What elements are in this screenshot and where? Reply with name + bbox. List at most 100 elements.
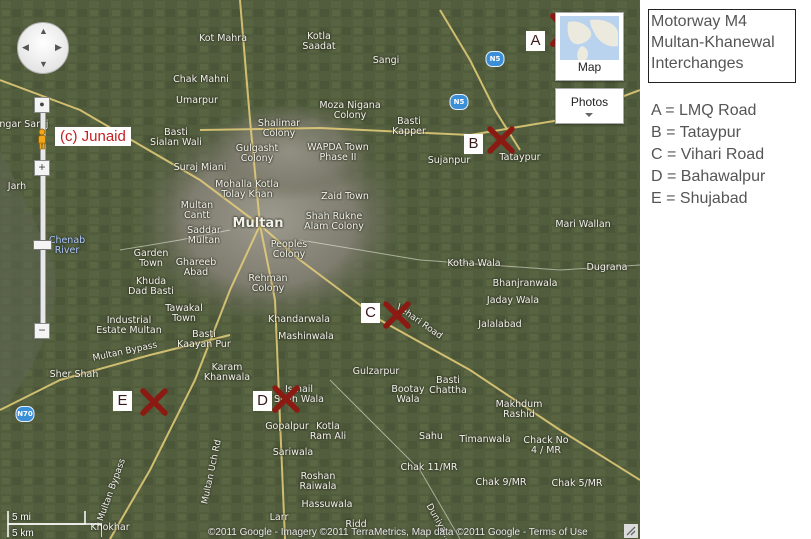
highway-shield: N5 [449,94,469,110]
place-label: Gulzarpur [352,366,400,377]
satellite-map[interactable]: Kot Mahra Kotla Saadat Sangi Chak Mahni … [0,0,640,539]
place-label: Jarh [7,181,27,192]
map-title-box: Motorway M4 Multan-Khanewal Interchanges [648,9,796,83]
place-label: Basti Sialan Wali [150,127,202,148]
highway-shield: N70 [15,406,35,422]
river-label: Chenab River [48,235,86,256]
place-label: Kotla Saadat [302,31,336,52]
place-label: Khuda Dad Basti [128,276,174,297]
place-label: Moza Nigana Colony [319,100,381,121]
place-label: Chak 11/MR [400,462,458,473]
place-label: Chak 5/MR [551,478,603,489]
scale-bar: 5 mi 5 km [7,510,102,539]
pan-right-icon[interactable]: ▶ [55,43,62,52]
marker-label-b: B [464,134,483,154]
legend-item: B = Tataypur [651,124,741,141]
place-label: Makhdum Rashid [495,399,543,420]
place-label: Hassuwala [301,499,353,510]
pan-control[interactable]: ▲ ▼ ◀ ▶ [17,22,69,74]
place-label: Ghareeb Abad [175,257,217,278]
scale-miles: 5 mi [12,512,31,523]
map-thumbnail [560,16,619,60]
place-label: Larr [269,512,289,523]
pan-down-icon[interactable]: ▼ [39,60,48,69]
author-credit: (c) Junaid [55,127,131,146]
place-label: Gulgasht Colony [235,143,279,164]
place-label: Sariwala [272,447,314,458]
place-label: Jaday Wala [486,295,540,306]
place-label: Khandarwala [268,314,330,325]
place-label: Zaid Town [321,191,369,202]
place-label: WAPDA Town Phase II [307,142,369,163]
city-label: Multan [232,216,284,231]
zoom-out-button[interactable]: − [34,323,50,339]
marker-label-c: C [361,303,380,323]
legend-item: A = LMQ Road [651,102,757,119]
zoom-slider-handle[interactable] [33,240,52,250]
pan-up-icon[interactable]: ▲ [39,27,48,36]
photos-button[interactable]: Photos [555,88,624,124]
place-label: Shah Rukne Alam Colony [304,211,364,232]
place-label: Garden Town [133,248,169,269]
pan-left-icon[interactable]: ◀ [22,43,29,52]
map-imagery [0,0,640,539]
place-label: Bhanjranwala [492,278,558,289]
place-label: Chak Mahni [173,74,229,85]
place-label: Basti Kaayan Pur [177,329,231,350]
chevron-down-icon [585,113,593,117]
photos-label: Photos [570,95,609,109]
highway-shield: N5 [485,51,505,67]
title-line: Interchanges [651,55,744,72]
place-label: Industrial Estate Multan [96,315,162,336]
place-label: Chak 9/MR [475,477,527,488]
place-label: Sahu [419,431,443,442]
place-label: Sher Shah [49,369,99,380]
cross-marker-e[interactable] [138,386,170,418]
legend-item: C = Vihari Road [651,146,765,163]
place-label: Tawakal Town [165,303,203,324]
marker-label-e: E [113,391,132,411]
place-label: Rehman Colony [248,273,288,294]
place-label: Timanwala [459,434,511,445]
place-label: Kotla Ram Ali [309,421,347,442]
place-label: Dugrana [586,262,628,273]
place-label: Umarpur [176,95,218,106]
street-view-pegman-icon[interactable] [36,128,48,150]
place-label: Multan Cantt [180,200,214,221]
marker-label-d: D [253,391,272,411]
place-label: Jalalabad [478,319,522,330]
place-label: Sujanpur [427,155,471,166]
legend: A = LMQ Road B = Tataypur C = Vihari Roa… [651,100,765,210]
map-type-label: Map [577,60,602,74]
place-label: Basti Kapper [392,116,426,137]
place-label: Shalimar Colony [257,118,301,139]
place-label: Mari Wallan [555,219,611,230]
place-label: Mashinwala [278,331,334,342]
zoom-reset-icon[interactable]: ● [34,97,50,113]
place-label: Kotha Wala [447,258,501,269]
zoom-in-button[interactable]: + [34,160,50,176]
place-label: Suraj Miani [173,162,227,173]
place-label: Sangi [372,55,400,66]
resize-handle-icon[interactable] [624,524,638,538]
cross-marker-b[interactable] [485,124,517,156]
place-label: Saddar Multan [187,225,221,246]
cross-marker-d[interactable] [270,383,302,415]
place-label: Bootay Wala [391,384,425,405]
legend-item: D = Bahawalpur [651,168,766,185]
scale-km: 5 km [12,528,34,539]
place-label: Basti Chattha [429,375,467,396]
place-label: Roshan Raiwala [299,471,337,492]
map-type-button[interactable]: Map [555,12,624,81]
place-label: Kot Mahra [198,33,248,44]
place-label: Mohalla Kotla Tolay Khan [215,179,279,200]
place-label: Gopalpur [265,421,309,432]
legend-item: E = Shujabad [651,190,748,207]
map-copyright: ©2011 Google - Imagery ©2011 TerraMetric… [208,527,588,538]
title-line: Motorway M4 [651,13,748,30]
place-label: Karam Khanwala [203,362,251,383]
place-label: Chack No 4 / MR [523,435,569,456]
marker-label-a: A [526,31,545,51]
cross-marker-c[interactable] [381,299,413,331]
place-label: Peoples Colony [270,239,308,260]
